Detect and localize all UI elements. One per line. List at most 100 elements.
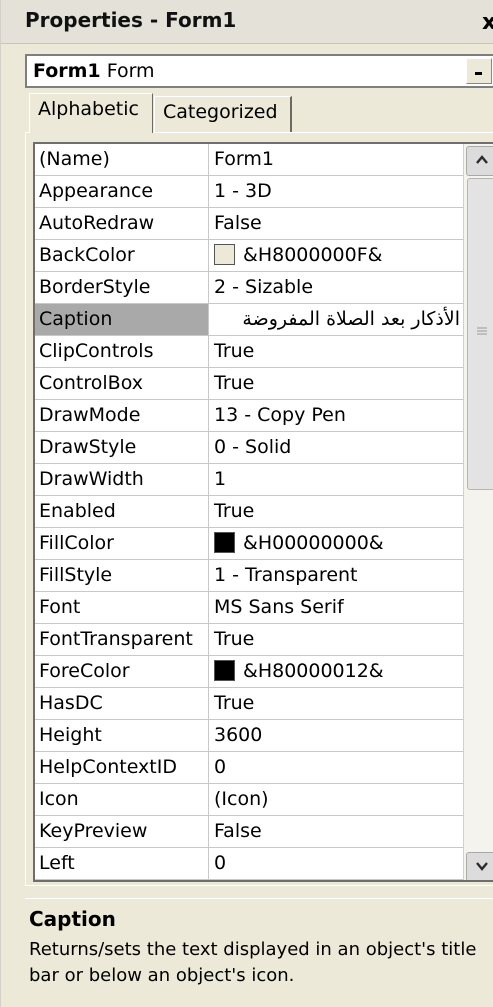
property-row[interactable]: DrawMode 13 - Copy Pen <box>35 400 463 432</box>
property-name[interactable]: KeyPreview <box>35 816 209 847</box>
property-name[interactable]: Icon <box>35 784 209 815</box>
property-value[interactable]: Form1 <box>210 144 464 175</box>
property-name[interactable]: HasDC <box>35 688 209 719</box>
property-value[interactable]: True <box>210 368 464 399</box>
dropdown-arrow-icon[interactable] <box>466 58 492 84</box>
property-row[interactable]: ControlBox True <box>35 368 463 400</box>
property-row[interactable]: AutoRedraw False <box>35 208 463 240</box>
property-value[interactable]: 1 - Transparent <box>210 560 464 591</box>
property-value[interactable]: True <box>210 688 464 719</box>
property-row[interactable]: DrawWidth 1 <box>35 464 463 496</box>
property-value[interactable]: True <box>210 624 464 655</box>
property-name[interactable]: Enabled <box>35 496 209 527</box>
property-value-text: 0 - Solid <box>214 436 292 458</box>
property-value[interactable]: 1 - 3D <box>210 176 464 207</box>
property-value-text: 2 - Sizable <box>214 276 314 298</box>
property-value[interactable]: False <box>210 208 464 239</box>
property-name[interactable]: ForeColor <box>35 656 209 687</box>
object-name: Form1 <box>33 60 101 82</box>
property-name[interactable]: Appearance <box>35 176 209 207</box>
property-value[interactable]: MS Sans Serif <box>210 592 464 623</box>
property-value[interactable]: &H8000000F& <box>210 240 464 271</box>
property-row[interactable]: HelpContextID 0 <box>35 752 463 784</box>
property-value-text: True <box>214 340 255 362</box>
tab-categorized[interactable]: Categorized <box>154 96 292 132</box>
properties-window: Properties - Form1 x Form1 Form Alphabet… <box>0 0 493 1007</box>
property-row[interactable]: Appearance 1 - 3D <box>35 176 463 208</box>
property-name[interactable]: ControlBox <box>35 368 209 399</box>
property-value-text: &H8000000F& <box>243 244 383 266</box>
property-value-text: الأذكار بعد الصلاة المفروضة <box>242 308 460 330</box>
property-value[interactable]: &H00000000& <box>210 528 464 559</box>
property-value[interactable]: True <box>210 496 464 527</box>
property-row[interactable]: ClipControls True <box>35 336 463 368</box>
description-text: Returns/sets the text displayed in an ob… <box>29 939 477 986</box>
property-value-text: (Icon) <box>214 788 269 810</box>
property-name[interactable]: Height <box>35 720 209 751</box>
property-name[interactable]: DrawStyle <box>35 432 209 463</box>
property-row[interactable]: ForeColor &H80000012& <box>35 656 463 688</box>
property-value[interactable]: 0 - Solid <box>210 432 464 463</box>
property-name[interactable]: HelpContextID <box>35 752 209 783</box>
property-name[interactable]: BackColor <box>35 240 209 271</box>
close-icon[interactable]: x <box>482 10 493 36</box>
property-name[interactable]: BorderStyle <box>35 272 209 303</box>
property-value[interactable]: False <box>210 816 464 847</box>
property-value[interactable]: True <box>210 336 464 367</box>
property-row[interactable]: BackColor &H8000000F& <box>35 240 463 272</box>
object-selector-combo[interactable]: Form1 Form <box>25 54 493 88</box>
property-value[interactable]: 0 <box>210 848 464 879</box>
property-name[interactable]: Left <box>35 848 209 879</box>
property-row[interactable]: Left 0 <box>35 848 463 880</box>
property-row[interactable]: Icon (Icon) <box>35 784 463 816</box>
property-value[interactable]: 0 <box>210 752 464 783</box>
property-row[interactable]: FillColor &H00000000& <box>35 528 463 560</box>
scroll-up-button[interactable] <box>466 146 493 176</box>
property-name[interactable]: DrawMode <box>35 400 209 431</box>
property-value[interactable]: 1 <box>210 464 464 495</box>
property-value[interactable]: 3600 <box>210 720 464 751</box>
object-type: Form <box>106 60 155 82</box>
vertical-scrollbar[interactable] <box>463 144 493 880</box>
property-row[interactable]: FontTransparent True <box>35 624 463 656</box>
property-row[interactable]: (Name) Form1 <box>35 144 463 176</box>
property-row[interactable]: Font MS Sans Serif <box>35 592 463 624</box>
property-value-text: 13 - Copy Pen <box>214 404 346 426</box>
scroll-thumb[interactable] <box>467 178 493 490</box>
property-value[interactable]: 2 - Sizable <box>210 272 464 303</box>
property-rows: (Name) Form1 Appearance 1 - 3D AutoRedraw Fal… <box>35 144 463 880</box>
property-value[interactable]: (Icon) <box>210 784 464 815</box>
property-name[interactable]: Font <box>35 592 209 623</box>
property-row[interactable]: DrawStyle 0 - Solid <box>35 432 463 464</box>
property-row[interactable]: HasDC True <box>35 688 463 720</box>
property-name[interactable]: Caption <box>35 304 209 335</box>
property-name[interactable]: FontTransparent <box>35 624 209 655</box>
property-row[interactable]: Caption الأذكار بعد الصلاة المفروضة <box>35 304 463 336</box>
property-value[interactable]: الأذكار بعد الصلاة المفروضة <box>210 304 464 335</box>
property-name[interactable]: FillStyle <box>35 560 209 591</box>
property-value[interactable]: 13 - Copy Pen <box>210 400 464 431</box>
description-panel: Caption Returns/sets the text displayed … <box>25 898 493 1002</box>
tab-alphabetic[interactable]: Alphabetic <box>29 93 153 133</box>
property-value-text: False <box>214 212 262 234</box>
property-name[interactable]: DrawWidth <box>35 464 209 495</box>
property-value-text: &H80000012& <box>243 660 384 682</box>
title-bar: Properties - Form1 x <box>1 0 493 44</box>
property-value[interactable]: &H80000012& <box>210 656 464 687</box>
property-row[interactable]: Height 3600 <box>35 720 463 752</box>
property-value-text: True <box>214 692 255 714</box>
property-row[interactable]: KeyPreview False <box>35 816 463 848</box>
property-name[interactable]: AutoRedraw <box>35 208 209 239</box>
property-value-text: True <box>214 628 255 650</box>
property-name[interactable]: ClipControls <box>35 336 209 367</box>
property-value-text: Form1 <box>214 148 274 170</box>
property-row[interactable]: BorderStyle 2 - Sizable <box>35 272 463 304</box>
property-row[interactable]: FillStyle 1 - Transparent <box>35 560 463 592</box>
property-value-text: 1 - 3D <box>214 180 272 202</box>
property-value-text: True <box>214 500 255 522</box>
property-name[interactable]: FillColor <box>35 528 209 559</box>
scroll-down-button[interactable] <box>466 852 493 880</box>
color-swatch <box>214 532 235 553</box>
property-row[interactable]: Enabled True <box>35 496 463 528</box>
property-name[interactable]: (Name) <box>35 144 209 175</box>
